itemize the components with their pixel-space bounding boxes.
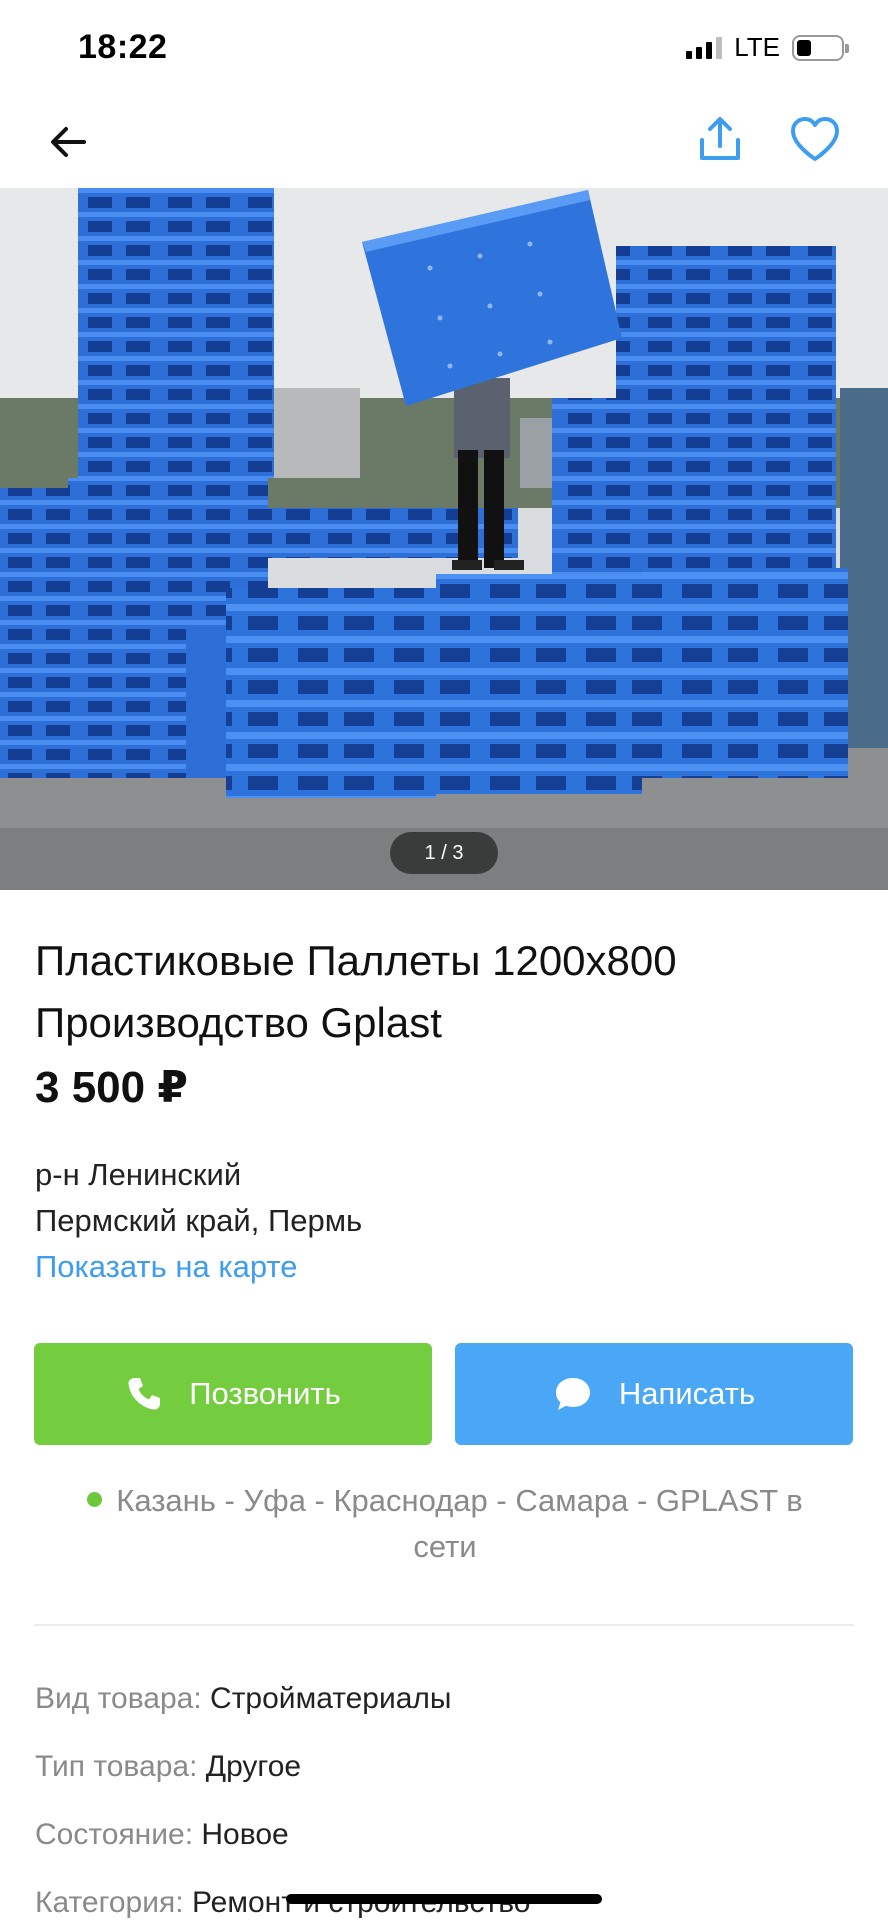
photo-pager: 1 / 3 xyxy=(390,832,498,874)
listing-title: Пластиковые Паллеты 1200х800 Производств… xyxy=(35,937,677,1046)
listing-region: Пермский край, Пермь xyxy=(35,1203,363,1238)
property-row: Состояние: Новое xyxy=(35,1818,289,1852)
listing-photo[interactable]: 1 / 3 xyxy=(0,188,888,890)
signal-icon xyxy=(686,36,723,59)
property-label: Вид товара: xyxy=(35,1682,202,1715)
listing-price: 3 500 ₽ xyxy=(35,1063,188,1112)
property-value: Новое xyxy=(201,1818,289,1851)
heart-icon xyxy=(791,117,839,161)
network-type: LTE xyxy=(734,32,780,62)
chat-icon xyxy=(555,1378,590,1410)
phone-icon xyxy=(128,1378,161,1410)
status-bar: 18:22 LTE xyxy=(0,0,888,96)
back-arrow-icon xyxy=(51,127,86,157)
call-button[interactable]: Позвонить xyxy=(34,1343,432,1445)
property-value: Стройматериалы xyxy=(210,1682,452,1715)
seller-status: Казань - Уфа - Краснодар - Самара - GPLA… xyxy=(60,1478,830,1570)
property-label: Состояние: xyxy=(35,1818,194,1851)
nav-bar xyxy=(0,96,888,188)
back-button[interactable] xyxy=(44,118,92,166)
battery-icon xyxy=(792,34,849,61)
share-icon xyxy=(700,117,740,160)
property-value: Другое xyxy=(205,1750,302,1783)
home-indicator xyxy=(286,1894,602,1904)
write-button-label: Написать xyxy=(618,1376,756,1411)
write-button[interactable]: Написать xyxy=(455,1343,853,1445)
property-label: Тип товара: xyxy=(35,1750,198,1783)
divider xyxy=(34,1624,854,1626)
property-row: Тип товара: Другое xyxy=(35,1750,301,1784)
online-indicator xyxy=(87,1492,103,1508)
listing-district: р-н Ленинский xyxy=(35,1157,242,1192)
favorite-button[interactable] xyxy=(788,114,842,166)
call-button-label: Позвонить xyxy=(189,1376,341,1411)
share-button[interactable] xyxy=(694,114,746,166)
property-label: Категория: xyxy=(35,1886,184,1919)
seller-status-text: Казань - Уфа - Краснодар - Самара - GPLA… xyxy=(116,1483,803,1564)
property-row: Вид товара: Стройматериалы xyxy=(35,1682,452,1716)
pallet-photo-illustration xyxy=(0,188,888,890)
show-on-map-link[interactable]: Показать на карте xyxy=(35,1249,298,1285)
status-indicators: LTE xyxy=(686,32,849,63)
status-time: 18:22 xyxy=(78,28,168,66)
